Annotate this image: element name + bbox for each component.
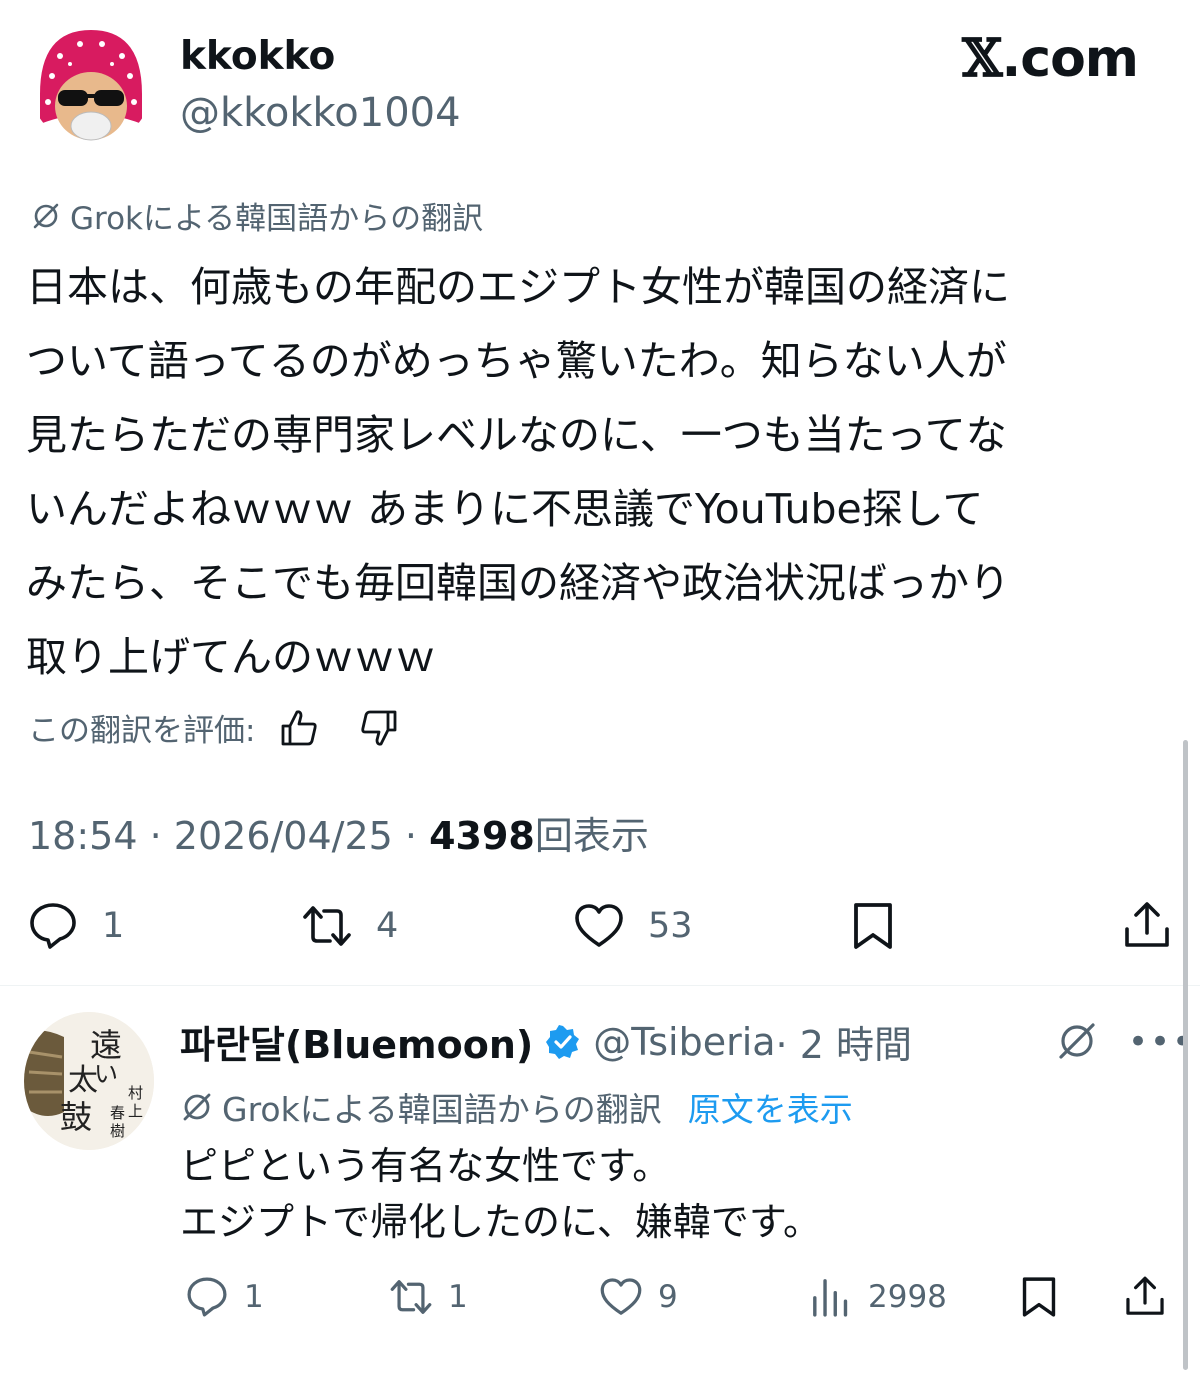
reply-text: ピピという有名な女性です。 エジプトで帰化したのに、嫌韓です。 <box>180 1144 822 1244</box>
verified-badge-icon <box>545 1024 581 1060</box>
show-original-link[interactable]: 原文を表示 <box>688 1083 853 1131</box>
tweet-time[interactable]: 18:54 <box>28 814 138 858</box>
thumbs-up-icon[interactable] <box>277 706 321 750</box>
bookmark-icon <box>1022 1277 1056 1317</box>
svg-text:村: 村 <box>128 1084 143 1102</box>
retweet-icon <box>390 1280 432 1314</box>
svg-text:鼓: 鼓 <box>60 1098 92 1136</box>
reply-translation-note: Grokによる韓国語からの翻訳 原文を表示 <box>180 1083 853 1131</box>
rate-label: この翻訳を評価: <box>28 713 256 749</box>
share-icon <box>1125 902 1169 947</box>
grok-icon <box>183 1093 211 1121</box>
reply-like-count: 9 <box>658 1279 678 1315</box>
retweet-icon <box>303 906 351 946</box>
tweet-meta: 18:54 · 2026/04/25 · 4398回表示 <box>28 805 649 860</box>
reply-icon <box>30 903 76 949</box>
rate-translation: この翻訳を評価: <box>28 705 401 750</box>
tweet-date[interactable]: 2026/04/25 <box>174 814 393 858</box>
svg-text:い: い <box>94 1060 118 1088</box>
views-label: 回表示 <box>534 814 649 858</box>
separator: · <box>149 814 162 858</box>
reply-views-count: 2998 <box>868 1279 947 1315</box>
reply-header: 파란달(Bluemoon) @Tsiberia · 2 時間 <box>180 1014 912 1069</box>
display-name[interactable]: kkokko <box>180 34 335 79</box>
reply-retweet-count: 1 <box>448 1279 468 1315</box>
reply-translation-note-text: Grokによる韓国語からの翻訳 <box>222 1090 662 1129</box>
translation-note: Grokによる韓国語からの翻訳 <box>30 193 483 238</box>
svg-text:春: 春 <box>110 1104 125 1122</box>
bookmark-button[interactable] <box>846 899 900 953</box>
retweet-count: 4 <box>376 906 399 946</box>
x-logo: 𝕏.com <box>962 28 1139 89</box>
reply-retweet-button[interactable]: 1 <box>388 1274 468 1320</box>
like-button[interactable]: 53 <box>572 899 693 953</box>
reply-icon <box>187 1277 227 1317</box>
avatar[interactable] <box>30 24 152 146</box>
reply-reply-button[interactable]: 1 <box>184 1274 264 1320</box>
views-count[interactable]: 4398 <box>429 814 535 858</box>
reply-display-name[interactable]: 파란달(Bluemoon) <box>180 1014 533 1069</box>
share-button[interactable] <box>1120 899 1174 953</box>
tweet-text: 日本は、何歳もの年配のエジプト女性が韓国の経済に ついて語ってるのがめっちゃ驚い… <box>26 263 1010 681</box>
grok-icon[interactable] <box>1054 1018 1100 1064</box>
divider <box>0 985 1200 986</box>
retweet-button[interactable]: 4 <box>300 899 398 953</box>
x-mark-icon: 𝕏 <box>962 28 1002 89</box>
reply-button[interactable]: 1 <box>26 899 124 953</box>
reply-bookmark-button[interactable] <box>1016 1274 1062 1320</box>
views-chart-icon <box>813 1279 848 1317</box>
tweet-actions: 1 4 53 <box>0 895 1200 965</box>
reply-avatar[interactable]: 遠 太 い 鼓 村 上 春 樹 <box>24 1012 154 1150</box>
separator: · <box>404 814 418 858</box>
reply-share-button[interactable] <box>1122 1274 1168 1320</box>
reply-views-button[interactable]: 2998 <box>808 1274 947 1320</box>
reply-time[interactable]: · 2 時間 <box>776 1014 912 1069</box>
translation-note-text: Grokによる韓国語からの翻訳 <box>70 201 484 237</box>
svg-text:樹: 樹 <box>110 1122 125 1140</box>
bookmark-icon <box>854 903 892 949</box>
like-count: 53 <box>648 906 693 946</box>
svg-text:上: 上 <box>128 1102 143 1120</box>
scrollbar[interactable] <box>1183 740 1188 1370</box>
reply-like-button[interactable]: 9 <box>598 1274 678 1320</box>
site-logo-text: .com <box>1001 29 1139 89</box>
heart-icon <box>575 904 623 947</box>
reply-count: 1 <box>102 906 125 946</box>
reply-handle[interactable]: @Tsiberia <box>593 1020 775 1064</box>
share-icon <box>1126 1276 1164 1315</box>
svg-text:遠: 遠 <box>90 1026 122 1064</box>
reply-reply-count: 1 <box>244 1279 264 1315</box>
user-handle[interactable]: @kkokko1004 <box>180 90 461 136</box>
grok-icon <box>33 203 59 228</box>
thumbs-down-icon[interactable] <box>357 706 401 750</box>
heart-icon <box>600 1278 642 1315</box>
reply-actions: 1 1 9 2998 <box>0 1268 1200 1328</box>
